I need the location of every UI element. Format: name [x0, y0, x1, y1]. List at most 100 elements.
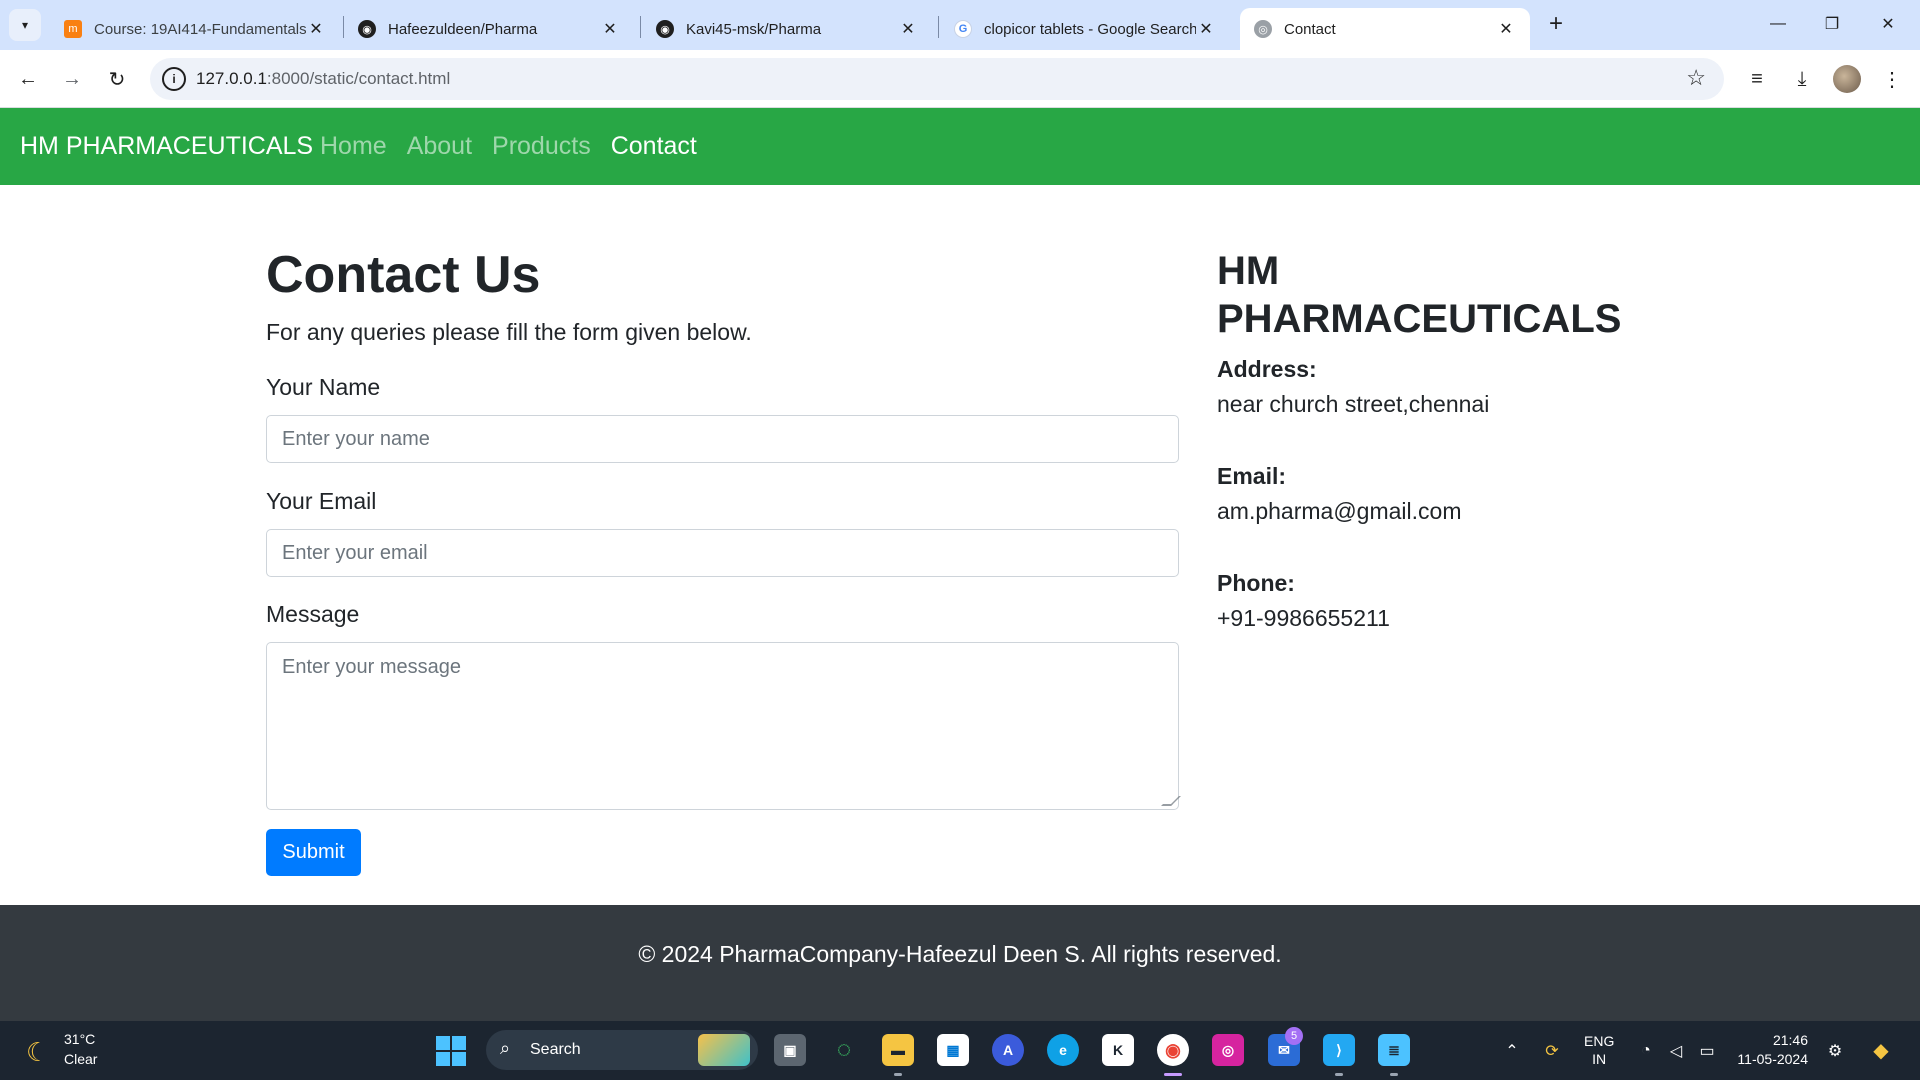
- instagram-icon[interactable]: ◎: [1212, 1034, 1244, 1066]
- task-view-icon[interactable]: ▣: [774, 1034, 806, 1066]
- file-explorer-icon[interactable]: ▬: [882, 1034, 914, 1066]
- github-icon: ◉: [358, 20, 376, 38]
- back-icon[interactable]: ←: [12, 63, 44, 95]
- nav-link-home[interactable]: Home: [320, 132, 387, 161]
- phone-value: +91-9986655211: [1217, 605, 1390, 631]
- nav-link-products[interactable]: Products: [492, 132, 591, 161]
- message-label: Message: [266, 601, 360, 627]
- weather-temperature[interactable]: 31°C: [64, 1031, 95, 1047]
- vscode-icon[interactable]: ⟩: [1323, 1034, 1355, 1066]
- edge-browser-icon[interactable]: e: [1047, 1034, 1079, 1066]
- weather-condition[interactable]: Clear: [64, 1051, 97, 1067]
- arc-browser-icon[interactable]: A: [992, 1034, 1024, 1066]
- url-host: 127.0.0.1: [196, 69, 267, 88]
- intro-text: For any queries please fill the form giv…: [266, 319, 752, 345]
- name-field[interactable]: [266, 415, 1179, 463]
- address-bar[interactable]: i 127.0.0.1:8000/static/contact.html ☆: [150, 58, 1724, 100]
- github-icon: ◉: [656, 20, 674, 38]
- site-brand[interactable]: HM PHARMACEUTICALS: [20, 132, 313, 161]
- google-icon: G: [954, 20, 972, 38]
- wifi-icon[interactable]: ◔: [1634, 1021, 1658, 1080]
- start-windows-icon[interactable]: [436, 1036, 466, 1066]
- language-region: IN: [1592, 1051, 1607, 1067]
- minimize-icon[interactable]: —: [1756, 8, 1800, 40]
- close-tab-icon[interactable]: ✕: [600, 19, 620, 39]
- address-value: near church street,chennai: [1217, 391, 1490, 417]
- close-tab-icon[interactable]: ✕: [1496, 19, 1516, 39]
- taskbar-search[interactable]: ⌕ Search: [486, 1030, 758, 1070]
- tab-search-dropdown-icon[interactable]: ▾: [9, 9, 41, 41]
- close-tab-icon[interactable]: ✕: [898, 19, 918, 39]
- globe-icon: ◎: [1254, 20, 1272, 38]
- battery-icon[interactable]: ▭: [1694, 1021, 1720, 1080]
- language-code: ENG: [1584, 1033, 1615, 1049]
- restore-icon[interactable]: ❐: [1810, 8, 1854, 40]
- microsoft-store-icon[interactable]: ▦: [937, 1034, 969, 1066]
- notepad-icon[interactable]: ≣: [1378, 1034, 1410, 1066]
- language-indicator[interactable]: ENG IN: [1584, 1032, 1614, 1068]
- chrome-icon[interactable]: ◉: [1157, 1034, 1189, 1066]
- show-hidden-icons-icon[interactable]: ⌃: [1500, 1021, 1524, 1080]
- clock[interactable]: 21:46 11-05-2024: [1728, 1031, 1808, 1069]
- notification-gear-icon[interactable]: ⚙: [1822, 1021, 1848, 1080]
- url-path: :8000/static/contact.html: [266, 69, 451, 88]
- running-indicator: [1390, 1073, 1398, 1076]
- browser-tab-strip: ▾ m Course: 19AI414-Fundamentals ✕ ◉ Haf…: [0, 0, 1920, 50]
- nav-link-contact[interactable]: Contact: [611, 132, 697, 161]
- search-icon: ⌕: [500, 1038, 511, 1058]
- clock-date: 11-05-2024: [1737, 1051, 1808, 1067]
- search-highlight-image: [698, 1034, 750, 1066]
- window-close-icon[interactable]: ✕: [1866, 8, 1910, 40]
- footer-copyright: © 2024 PharmaCompany-Hafeezul Deen S. Al…: [638, 941, 1282, 967]
- download-icon[interactable]: ⤓: [1786, 63, 1818, 95]
- moodle-icon: m: [64, 20, 82, 38]
- media-controls-icon[interactable]: ≡: [1741, 63, 1773, 95]
- tab-google-search[interactable]: G clopicor tablets - Google Search ✕: [940, 8, 1230, 50]
- nav-links: Home About Products Contact: [320, 132, 697, 161]
- close-tab-icon[interactable]: ✕: [306, 19, 326, 39]
- active-app-indicator: [1164, 1073, 1182, 1076]
- site-navbar: HM PHARMACEUTICALS Home About Products C…: [0, 108, 1920, 185]
- email-field[interactable]: [266, 529, 1179, 577]
- tab-separator: [938, 16, 939, 38]
- close-tab-icon[interactable]: ✕: [1196, 19, 1216, 39]
- notification-badge: 5: [1285, 1027, 1303, 1045]
- tab-separator: [640, 16, 641, 38]
- address-label: Address:: [1217, 356, 1317, 382]
- url-text[interactable]: 127.0.0.1:8000/static/contact.html: [196, 69, 450, 89]
- name-label: Your Name: [266, 374, 381, 400]
- capcut-icon[interactable]: K: [1102, 1034, 1134, 1066]
- running-indicator: [1335, 1073, 1343, 1076]
- phone-label: Phone:: [1217, 570, 1295, 596]
- forward-icon[interactable]: →: [56, 63, 88, 95]
- message-field[interactable]: [266, 642, 1179, 810]
- reload-icon[interactable]: ↻: [101, 63, 133, 95]
- running-indicator: [894, 1073, 902, 1076]
- moon-weather-icon[interactable]: ☾: [26, 1037, 49, 1068]
- site-footer: © 2024 PharmaCompany-Hafeezul Deen S. Al…: [0, 905, 1920, 1021]
- copilot-icon[interactable]: ◆: [1864, 1021, 1898, 1080]
- page-title: Contact Us: [266, 246, 541, 304]
- sync-status-icon[interactable]: ⟳: [1538, 1021, 1566, 1080]
- email-info-label: Email:: [1217, 463, 1287, 489]
- site-info-icon[interactable]: i: [162, 67, 186, 91]
- bookmark-star-icon[interactable]: ☆: [1686, 65, 1706, 91]
- new-tab-icon[interactable]: +: [1542, 10, 1570, 38]
- tab-course[interactable]: m Course: 19AI414-Fundamentals ✕: [50, 8, 340, 50]
- menu-kebab-icon[interactable]: ⋮: [1876, 63, 1908, 95]
- profile-avatar[interactable]: [1833, 65, 1861, 93]
- browser-toolbar: ← → ↻ i 127.0.0.1:8000/static/contact.ht…: [0, 50, 1920, 108]
- submit-button[interactable]: Submit: [266, 829, 361, 876]
- tab-contact[interactable]: ◎ Contact ✕: [1240, 8, 1530, 50]
- clock-time: 21:46: [1772, 1032, 1808, 1048]
- windows-taskbar: ☾ 31°C Clear ⌕ Search ▣ ◌ ▬ ▦ A e K ◉ ◎ …: [0, 1021, 1920, 1080]
- tab-kavi45-pharma[interactable]: ◉ Kavi45-msk/Pharma ✕: [642, 8, 932, 50]
- email-label: Your Email: [266, 488, 377, 514]
- nav-link-about[interactable]: About: [407, 132, 472, 161]
- volume-icon[interactable]: ◁: [1664, 1021, 1688, 1080]
- page-main: Contact Us For any queries please fill t…: [0, 185, 1920, 905]
- tab-hafeezuldeen-pharma[interactable]: ◉ Hafeezuldeen/Pharma ✕: [344, 8, 634, 50]
- email-info-value: am.pharma@gmail.com: [1217, 498, 1462, 524]
- copilot-ring-icon[interactable]: ◌: [828, 1034, 860, 1066]
- taskbar-search-label: Search: [530, 1041, 581, 1058]
